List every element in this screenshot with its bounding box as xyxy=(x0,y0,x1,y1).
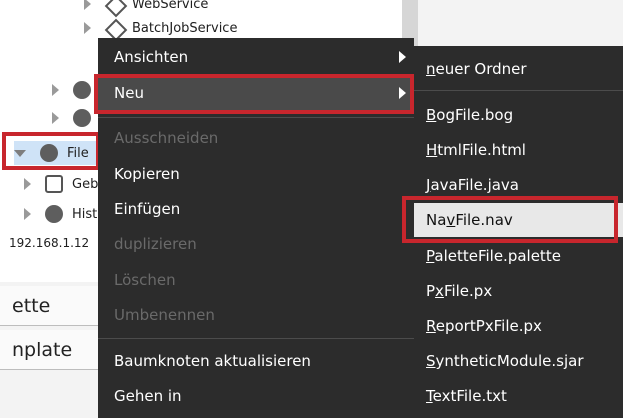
tree-row-collapsed-2[interactable] xyxy=(52,106,100,130)
menu-item-baumknoten-aktualisieren[interactable]: Baumknoten aktualisieren xyxy=(98,344,414,378)
tree-row-label: BatchJobService xyxy=(132,20,238,36)
tree-row-batchjobservice[interactable]: BatchJobService xyxy=(84,16,237,40)
submenu-item-label: PxFile.px xyxy=(426,282,493,300)
service-icon xyxy=(105,0,123,13)
menu-item-label: Ansichten xyxy=(114,48,189,66)
submenu-item-reportpxfile[interactable]: ReportPxFile.px xyxy=(414,309,623,343)
menu-separator xyxy=(98,338,414,339)
menu-item-label: Ausschneiden xyxy=(114,129,219,147)
submenu-item-label: JavaFile.java xyxy=(426,176,519,194)
menu-item-label: Einfügen xyxy=(114,200,181,218)
file-node-highlight xyxy=(2,132,100,170)
expand-arrow-icon[interactable] xyxy=(52,112,59,124)
menu-item-einfuegen[interactable]: Einfügen xyxy=(98,192,414,226)
tree-row-label: WebService xyxy=(132,0,209,12)
tree-row-label: Hist xyxy=(72,206,98,222)
submenu-item-label: SyntheticModule.sjar xyxy=(426,352,584,370)
expand-arrow-icon[interactable] xyxy=(84,0,91,10)
navfile-highlight xyxy=(402,196,618,243)
submenu-item-bogfile[interactable]: BogFile.bog xyxy=(414,98,623,132)
station-ip-label: 192.168.1.12 xyxy=(9,236,90,250)
tree-row-hist[interactable]: Hist xyxy=(24,202,97,226)
submenu-item-label: BogFile.bog xyxy=(426,106,514,124)
history-icon xyxy=(45,205,63,223)
tree-row-collapsed-1[interactable] xyxy=(52,78,100,102)
menu-item-loeschen[interactable]: Löschen xyxy=(98,263,414,297)
menu-item-label: Baumknoten aktualisieren xyxy=(114,352,311,370)
tree-row-webservice[interactable]: WebService xyxy=(84,0,208,16)
submenu-item-pxfile[interactable]: PxFile.px xyxy=(414,274,623,308)
submenu-arrow-icon xyxy=(399,51,406,63)
menu-item-label: Kopieren xyxy=(114,165,180,183)
menu-item-umbenennen[interactable]: Umbenennen xyxy=(98,298,414,332)
submenu-item-htmlfile[interactable]: HtmlFile.html xyxy=(414,133,623,167)
submenu-item-label: TextFile.txt xyxy=(426,387,507,405)
node-icon xyxy=(73,81,91,99)
expand-arrow-icon[interactable] xyxy=(24,208,31,220)
expand-arrow-icon[interactable] xyxy=(52,84,59,96)
menu-separator xyxy=(98,117,414,118)
expand-arrow-icon[interactable] xyxy=(84,22,91,34)
building-icon xyxy=(45,175,63,193)
expand-arrow-icon[interactable] xyxy=(24,178,31,190)
submenu-item-textfile[interactable]: TextFile.txt xyxy=(414,379,623,413)
submenu-separator xyxy=(414,90,623,91)
menu-item-ansichten[interactable]: Ansichten xyxy=(98,40,414,74)
submenu-item-label: neuer Ordner xyxy=(426,60,527,78)
submenu-item-label: PaletteFile.palette xyxy=(426,247,561,265)
menu-item-kopieren[interactable]: Kopieren xyxy=(98,157,414,191)
menu-item-label: Löschen xyxy=(114,271,176,289)
menu-item-ausschneiden[interactable]: Ausschneiden xyxy=(98,121,414,155)
submenu-item-label: HtmlFile.html xyxy=(426,141,526,159)
tree-row-label: Geb xyxy=(72,176,99,192)
palette-label: ette xyxy=(12,294,51,317)
submenu-item-label: ReportPxFile.px xyxy=(426,317,542,335)
menu-item-label: duplizieren xyxy=(114,235,197,253)
service-icon xyxy=(105,19,123,37)
template-label: nplate xyxy=(12,338,73,361)
node-icon xyxy=(73,109,91,127)
submenu-item-neuer-ordner[interactable]: neuer Ordner xyxy=(414,52,623,86)
submenu-item-palettefile[interactable]: PaletteFile.palette xyxy=(414,239,623,273)
menu-item-label: Gehen in xyxy=(114,387,182,405)
submenu-item-syntheticmodule[interactable]: SyntheticModule.sjar xyxy=(414,344,623,378)
menu-item-gehen-in[interactable]: Gehen in xyxy=(98,379,414,413)
neu-highlight xyxy=(94,74,414,114)
tree-row-geb[interactable]: Geb xyxy=(24,172,98,196)
menu-item-duplizieren[interactable]: duplizieren xyxy=(98,227,414,261)
menu-item-label: Umbenennen xyxy=(114,306,215,324)
